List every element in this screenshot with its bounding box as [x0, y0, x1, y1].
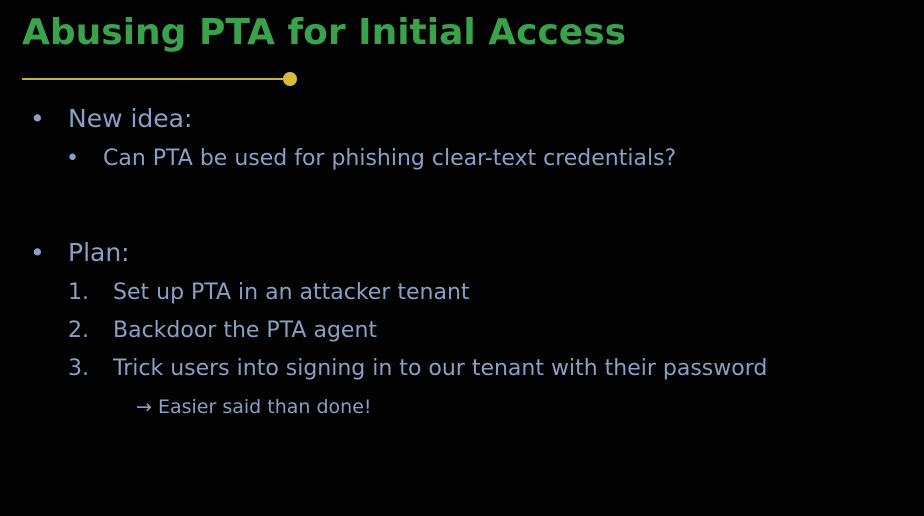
heading-plan: Plan: [68, 238, 130, 267]
bullet-new-idea: • [30, 104, 45, 133]
title-underline [22, 78, 290, 80]
step-text-2: Backdoor the PTA agent [113, 318, 378, 343]
slide-title: Abusing PTA for Initial Access [22, 12, 627, 53]
step-number-2: 2. [68, 318, 89, 343]
title-underline-dot [283, 72, 297, 86]
step-number-3: 3. [68, 356, 89, 381]
step-number-1: 1. [68, 280, 89, 305]
plan-note: → Easier said than done! [136, 396, 372, 418]
heading-new-idea: New idea: [68, 104, 193, 133]
step-text-1: Set up PTA in an attacker tenant [113, 280, 470, 305]
sub-item-text: Can PTA be used for phishing clear-text … [103, 146, 677, 171]
step-text-3: Trick users into signing in to our tenan… [113, 356, 768, 381]
bullet-plan: • [30, 238, 45, 267]
slide: Abusing PTA for Initial Access • New ide… [0, 0, 924, 516]
sub-bullet: • [66, 146, 79, 171]
